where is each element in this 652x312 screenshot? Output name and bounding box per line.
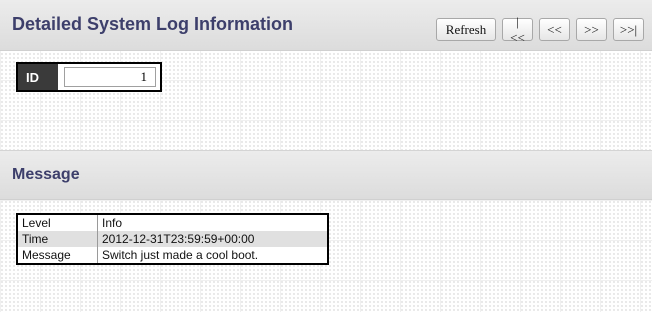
- table-row: Message Switch just made a cool boot.: [17, 247, 328, 264]
- refresh-button[interactable]: Refresh: [436, 18, 496, 41]
- time-value: 2012-12-31T23:59:59+00:00: [97, 231, 328, 247]
- next-page-button[interactable]: >>: [576, 18, 607, 41]
- message-label: Message: [22, 248, 71, 262]
- id-field-group: ID: [16, 62, 162, 92]
- navigation-toolbar: Refresh |<< << >> >>|: [430, 14, 644, 45]
- message-section-title: Message: [12, 166, 80, 183]
- last-page-button[interactable]: >>|: [613, 18, 644, 41]
- previous-page-button[interactable]: <<: [539, 18, 570, 41]
- table-row: Level Info: [17, 214, 328, 231]
- time-label: Time: [17, 231, 98, 247]
- level-value: Info: [97, 214, 328, 231]
- id-input[interactable]: [64, 67, 156, 87]
- id-label: ID: [18, 64, 58, 90]
- message-section-header: Message: [0, 150, 652, 200]
- table-row: Time 2012-12-31T23:59:59+00:00: [17, 231, 328, 247]
- first-page-button[interactable]: |<<: [502, 14, 533, 45]
- level-label: Level: [22, 216, 51, 230]
- message-value: Switch just made a cool boot.: [97, 247, 328, 264]
- message-table: Level Info Time 2012-12-31T23:59:59+00:0…: [16, 213, 329, 265]
- header-bar: Detailed System Log Information Refresh …: [0, 0, 652, 51]
- page-title: Detailed System Log Information: [12, 14, 294, 34]
